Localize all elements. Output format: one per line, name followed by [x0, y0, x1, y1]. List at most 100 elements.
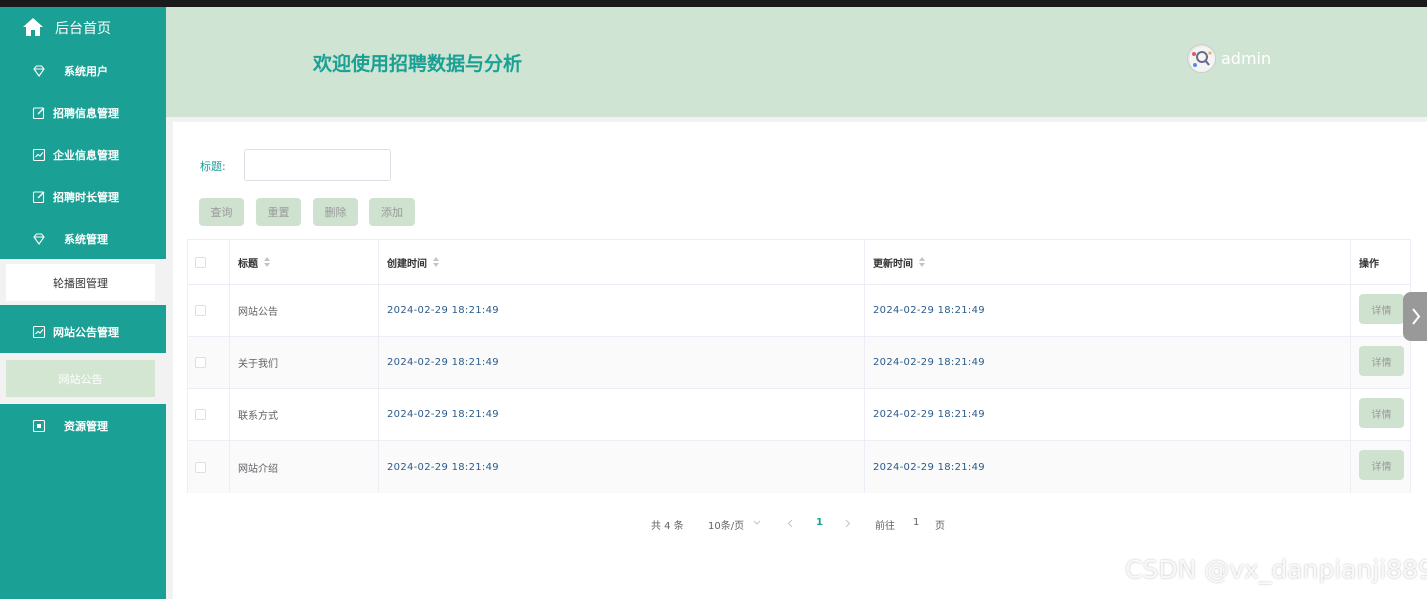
username[interactable]: admin	[1221, 49, 1271, 68]
side-panel-toggle[interactable]	[1403, 292, 1427, 341]
sort-icon[interactable]	[433, 257, 440, 267]
sidebar-item-recruit-duration[interactable]: 招聘时长管理	[0, 176, 166, 218]
row-select-cell	[188, 389, 230, 440]
column-header-created[interactable]: 创建时间	[379, 240, 865, 284]
avatar-icon	[1189, 46, 1215, 72]
column-header-title[interactable]: 标题	[230, 240, 379, 284]
sidebar-item-home[interactable]: 后台首页	[0, 7, 166, 47]
select-all-cell	[188, 240, 230, 284]
sidebar-item-label: 招聘信息管理	[53, 107, 119, 120]
detail-button[interactable]: 详情	[1359, 398, 1404, 428]
home-icon	[23, 18, 43, 36]
column-header-label: 更新时间	[873, 258, 913, 270]
cell-updated: 2024-02-29 18:21:49	[865, 337, 1351, 388]
row-checkbox[interactable]	[195, 357, 206, 368]
sidebar-item-label: 系统用户	[64, 65, 108, 78]
sidebar-item-label: 网站公告管理	[53, 326, 119, 339]
column-header-label: 创建时间	[387, 258, 427, 270]
box-icon	[32, 419, 46, 433]
cell-updated: 2024-02-29 18:21:49	[865, 285, 1351, 336]
main-content: 标题: 查询 重置 删除 添加 标题 创建时间 更新时间 操作 网站公告 202…	[173, 122, 1427, 599]
cell-created: 2024-02-29 18:21:49	[379, 285, 865, 336]
query-button[interactable]: 查询	[199, 198, 244, 226]
chevron-down-icon[interactable]	[753, 520, 761, 526]
column-header-updated[interactable]: 更新时间	[865, 240, 1351, 284]
delete-button[interactable]: 删除	[313, 198, 358, 226]
cell-actions: 详情	[1351, 389, 1410, 440]
detail-button[interactable]: 详情	[1359, 294, 1404, 324]
page-unit-label: 页	[935, 521, 945, 532]
goto-label: 前往	[875, 521, 895, 532]
sidebar-item-users[interactable]: 系统用户	[0, 50, 166, 92]
diamond-icon	[33, 233, 45, 245]
sidebar-subitem-notice[interactable]: 网站公告	[6, 360, 155, 397]
table-row: 网站介绍 2024-02-29 18:21:49 2024-02-29 18:2…	[188, 441, 1410, 493]
sidebar: 后台首页 系统用户 招聘信息管理 企业信息管理 招聘时长管理 系统管理 轮播图管…	[0, 7, 166, 599]
sort-icon[interactable]	[264, 257, 271, 267]
sidebar-item-recruit-info[interactable]: 招聘信息管理	[0, 92, 166, 134]
watermark: CSDN @vx_danpianji889	[1125, 555, 1427, 584]
detail-button[interactable]: 详情	[1359, 346, 1404, 376]
chevron-right-icon[interactable]	[845, 519, 851, 528]
cell-text: 2024-02-29 18:21:49	[873, 305, 985, 316]
sidebar-item-company-info[interactable]: 企业信息管理	[0, 134, 166, 176]
sidebar-subitem-carousel[interactable]: 轮播图管理	[6, 264, 155, 301]
avatar[interactable]	[1187, 44, 1216, 73]
sidebar-item-label: 后台首页	[55, 21, 111, 37]
detail-button[interactable]: 详情	[1359, 450, 1404, 480]
page-number-current[interactable]: 1	[816, 517, 823, 528]
cell-text: 关于我们	[238, 359, 278, 370]
cell-text: 网站介绍	[238, 463, 278, 475]
cell-text: 网站公告	[238, 307, 278, 318]
cell-title: 网站公告	[230, 285, 379, 336]
row-select-cell	[188, 285, 230, 336]
cell-title: 联系方式	[230, 389, 379, 440]
cell-text: 2024-02-29 18:21:49	[873, 409, 985, 420]
sidebar-item-label: 企业信息管理	[53, 149, 119, 162]
cell-text: 2024-02-29 18:21:49	[873, 461, 985, 473]
column-header-label: 标题	[238, 258, 258, 270]
cell-updated: 2024-02-29 18:21:49	[865, 441, 1351, 493]
diamond-icon	[33, 65, 45, 77]
submenu-system: 轮播图管理	[0, 259, 166, 305]
add-button[interactable]: 添加	[369, 198, 415, 226]
row-checkbox[interactable]	[195, 461, 206, 473]
cell-text: 2024-02-29 18:21:49	[387, 305, 499, 316]
column-header-actions: 操作	[1351, 240, 1410, 284]
row-checkbox[interactable]	[195, 305, 206, 316]
cell-title: 关于我们	[230, 337, 379, 388]
cell-created: 2024-02-29 18:21:49	[379, 441, 865, 493]
edit-icon	[32, 191, 45, 204]
row-checkbox[interactable]	[195, 409, 206, 420]
edit-icon	[32, 107, 45, 120]
sidebar-item-resources[interactable]: 资源管理	[0, 405, 166, 447]
cell-actions: 详情	[1351, 285, 1410, 336]
chevron-left-icon[interactable]	[787, 519, 793, 528]
cell-actions: 详情	[1351, 441, 1410, 493]
sort-icon[interactable]	[919, 257, 926, 267]
search-label: 标题:	[200, 160, 226, 173]
title-search-input[interactable]	[244, 149, 391, 181]
sidebar-item-label: 资源管理	[64, 420, 108, 433]
select-all-checkbox[interactable]	[195, 256, 206, 268]
page-size-select[interactable]: 10条/页	[708, 517, 744, 532]
cell-text: 联系方式	[238, 411, 278, 422]
cell-created: 2024-02-29 18:21:49	[379, 337, 865, 388]
app-window: 后台首页 系统用户 招聘信息管理 企业信息管理 招聘时长管理 系统管理 轮播图管…	[0, 7, 1427, 599]
cell-created: 2024-02-29 18:21:49	[379, 389, 865, 440]
pagination-total: 共 4 条	[651, 521, 684, 532]
cell-text: 2024-02-29 18:21:49	[873, 357, 985, 368]
sidebar-item-system[interactable]: 系统管理	[0, 218, 166, 260]
cell-title: 网站介绍	[230, 441, 379, 493]
sidebar-item-notice-management[interactable]: 网站公告管理	[0, 311, 166, 353]
table-row: 网站公告 2024-02-29 18:21:49 2024-02-29 18:2…	[188, 285, 1410, 337]
cell-text: 2024-02-29 18:21:49	[387, 357, 499, 368]
cell-actions: 详情	[1351, 337, 1410, 388]
cell-updated: 2024-02-29 18:21:49	[865, 389, 1351, 440]
goto-page-input[interactable]: 1	[913, 517, 919, 528]
table-row: 联系方式 2024-02-29 18:21:49 2024-02-29 18:2…	[188, 389, 1410, 441]
top-header: 欢迎使用招聘数据与分析 admin	[166, 7, 1427, 117]
chart-icon	[32, 148, 46, 162]
reset-button[interactable]: 重置	[256, 198, 301, 226]
page-title: 欢迎使用招聘数据与分析	[313, 53, 523, 75]
